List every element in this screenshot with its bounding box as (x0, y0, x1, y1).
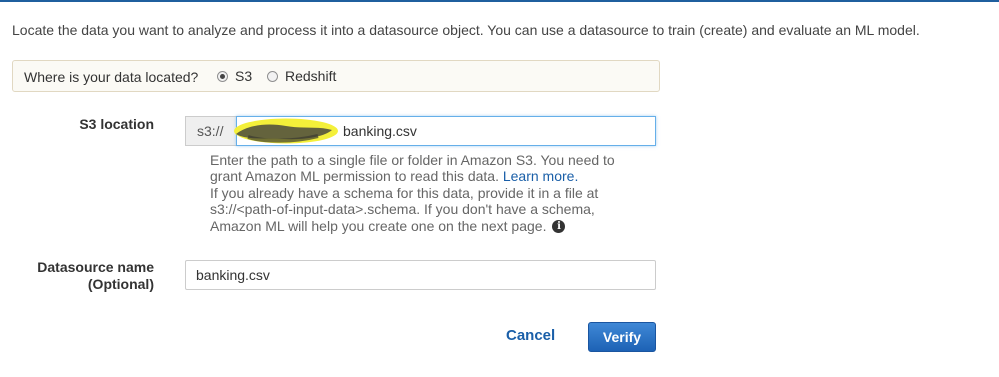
learn-more-link[interactable]: Learn more. (503, 168, 578, 184)
cancel-button[interactable]: Cancel (506, 327, 555, 344)
radio-s3-label: S3 (235, 68, 253, 84)
data-location-panel: Where is your data located? S3 Redshift (12, 60, 660, 92)
radio-redshift-label: Redshift (285, 68, 337, 84)
s3-help-text: Enter the path to a single file or folde… (210, 152, 640, 234)
datasource-name-label-line1: Datasource name (37, 259, 154, 275)
intro-text: Locate the data you want to analyze and … (12, 22, 920, 38)
s3-help-text-2: If you already have a schema for this da… (210, 184, 599, 234)
s3-location-label: S3 location (79, 116, 154, 132)
s3-location-input[interactable] (236, 116, 656, 146)
radio-s3[interactable]: S3 (217, 68, 252, 84)
verify-button[interactable]: Verify (588, 322, 656, 352)
s3-prefix: s3:// (185, 116, 237, 146)
data-location-question: Where is your data located? (24, 69, 199, 85)
datasource-name-input[interactable] (185, 260, 656, 290)
top-rule (0, 0, 999, 2)
radio-redshift[interactable]: Redshift (267, 68, 336, 84)
datasource-name-label-line2: (Optional) (87, 276, 154, 292)
radio-s3-indicator[interactable] (217, 70, 228, 82)
info-icon[interactable]: i (552, 220, 566, 234)
datasource-name-label: Datasource name (Optional) (20, 259, 154, 293)
radio-redshift-indicator[interactable] (267, 70, 278, 82)
